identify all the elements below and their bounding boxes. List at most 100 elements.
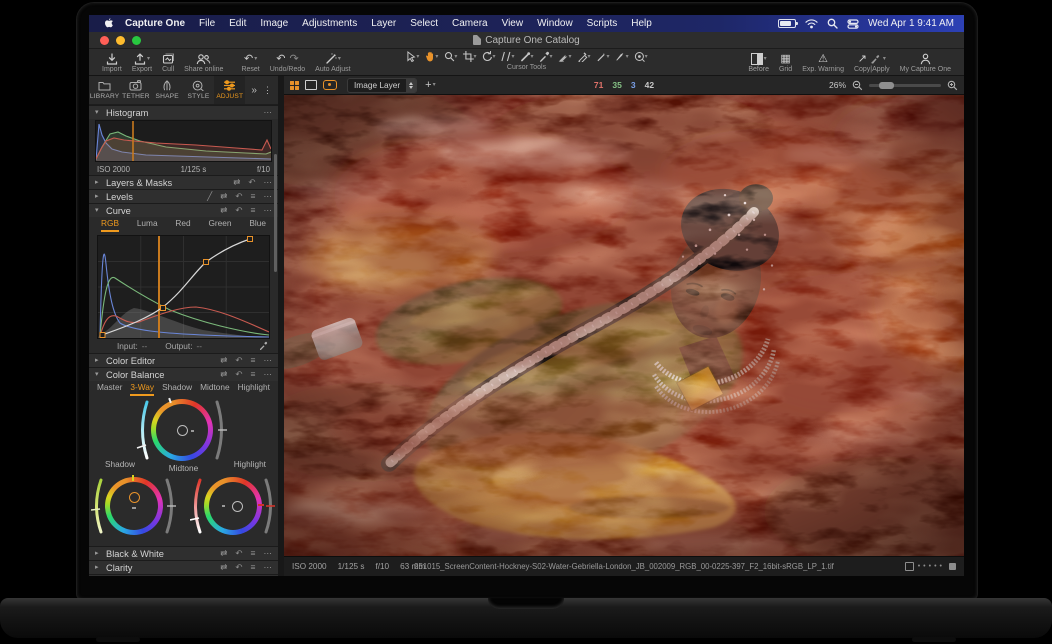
copy-adjustments-icon[interactable]: ⇄ (220, 563, 227, 572)
menu-select[interactable]: Select (403, 18, 445, 29)
shadow-luminosity-arc[interactable] (91, 476, 103, 536)
midtone-balance-indicator[interactable] (177, 425, 188, 436)
menu-adjustments[interactable]: Adjustments (295, 18, 364, 29)
cursor-tool-rotate[interactable]: ▾ (479, 50, 497, 63)
tabs-overflow-icon[interactable]: » (251, 85, 257, 96)
levels-panel-header[interactable]: ▸ Levels ╱ ⇄ ↶ ≡ ⋯ (89, 189, 278, 203)
menu-capture-one[interactable]: Capture One (118, 18, 192, 29)
menu-edit[interactable]: Edit (222, 18, 253, 29)
curve-tab-rgb[interactable]: RGB (101, 218, 119, 232)
menu-window[interactable]: Window (530, 18, 580, 29)
exposure-warning-button[interactable]: ⚠ Exp. Warning (797, 52, 849, 73)
menu-layer[interactable]: Layer (364, 18, 403, 29)
layer-select-stepper[interactable] (406, 79, 416, 92)
copy-adjustments-icon[interactable]: ⇄ (220, 549, 227, 558)
curve-graph[interactable] (97, 235, 270, 339)
more-icon[interactable]: ⋯ (264, 549, 273, 558)
copy-adjustments-icon[interactable]: ⇄ (233, 178, 240, 187)
primary-view-icon[interactable] (305, 80, 317, 90)
menu-bar-clock[interactable]: Wed Apr 1 9:41 AM (868, 18, 954, 29)
share-online-button[interactable]: Share online (179, 52, 228, 73)
cursor-tool-crop[interactable]: ▾ (460, 50, 478, 63)
spotlight-search-icon[interactable] (827, 18, 838, 29)
curve-tab-luma[interactable]: Luma (137, 218, 158, 232)
filmstrip-toggle-icon[interactable] (949, 563, 956, 570)
shadow-wheel[interactable] (91, 476, 177, 536)
cursor-tool-spot-removal[interactable]: ▾ (517, 50, 535, 63)
menu-image[interactable]: Image (253, 18, 295, 29)
tab-style[interactable]: STYLE (183, 76, 214, 104)
copy-adjustments-icon[interactable]: ⇄ (220, 206, 227, 215)
tab-library[interactable]: LIBRARY (89, 76, 120, 104)
cb-tab-master[interactable]: Master (97, 382, 122, 396)
cursor-tool-erase-mask[interactable]: ▾ (575, 50, 593, 63)
auto-adjust-button[interactable]: ▾ Auto Adjust (310, 52, 355, 73)
reset-icon[interactable]: ↶ (248, 178, 255, 187)
more-icon[interactable]: ⋯ (264, 192, 273, 201)
collapse-chevron-icon[interactable]: ▸ (95, 357, 102, 364)
shadow-balance-indicator[interactable] (129, 492, 140, 503)
presets-icon[interactable]: ≡ (251, 192, 256, 201)
tabs-menu-icon[interactable]: ⋮ (263, 85, 272, 96)
grid-button[interactable]: ▦ Grid (774, 52, 797, 73)
more-icon[interactable]: ⋯ (264, 563, 273, 572)
pick-icon[interactable]: ╱ (207, 192, 212, 201)
import-button[interactable]: Import (97, 52, 127, 73)
reset-icon[interactable]: ↶ (235, 549, 242, 558)
curve-eyedropper-icon[interactable] (259, 341, 268, 352)
tab-adjust[interactable]: ADJUST (214, 76, 245, 104)
more-icon[interactable]: ⋯ (264, 206, 273, 215)
reset-icon[interactable]: ↶ (235, 206, 242, 215)
presets-icon[interactable]: ≡ (251, 356, 256, 365)
cursor-tool-select[interactable]: ▾ (403, 50, 421, 63)
highlight-balance-indicator[interactable] (232, 501, 243, 512)
zoom-window-button[interactable] (132, 36, 141, 45)
rating-dots[interactable]: ••••• (918, 563, 945, 570)
tab-shape[interactable]: SHAPE (152, 76, 183, 104)
collapse-chevron-icon[interactable]: ▸ (95, 193, 102, 200)
layer-select[interactable]: Image Layer (347, 78, 417, 93)
highlight-saturation-arc[interactable] (264, 476, 276, 536)
histogram-panel-header[interactable]: ▾ Histogram ⋯ (89, 105, 278, 119)
clarity-panel-header[interactable]: ▸ Clarity ⇄ ↶ ≡ ⋯ (89, 560, 278, 574)
zoom-out-icon[interactable] (852, 80, 863, 91)
collapse-chevron-icon[interactable]: ▾ (95, 207, 102, 214)
histogram-graph[interactable] (95, 120, 272, 162)
presets-icon[interactable]: ≡ (251, 206, 256, 215)
close-window-button[interactable] (100, 36, 109, 45)
black-white-panel-header[interactable]: ▸ Black & White ⇄ ↶ ≡ ⋯ (89, 546, 278, 560)
battery-icon[interactable] (778, 19, 796, 28)
midtone-saturation-arc[interactable] (215, 398, 228, 462)
zoom-slider-thumb[interactable] (879, 82, 894, 89)
photo-canvas[interactable] (284, 95, 964, 556)
layers-masks-panel-header[interactable]: ▸ Layers & Masks ⇄ ↶ ⋯ (89, 175, 278, 189)
curve-tab-red[interactable]: Red (175, 218, 190, 232)
reset-icon[interactable]: ↶ (235, 356, 242, 365)
color-balance-panel-header[interactable]: ▾ Color Balance ⇄ ↶ ≡ ⋯ (89, 367, 278, 381)
tab-tether[interactable]: TETHER (120, 76, 151, 104)
presets-icon[interactable]: ≡ (251, 549, 256, 558)
reset-icon[interactable]: ↶ (235, 563, 242, 572)
menu-view[interactable]: View (495, 18, 531, 29)
cull-button[interactable]: Cull (157, 52, 179, 73)
zoom-slider[interactable] (869, 84, 941, 87)
cursor-tool-straighten[interactable]: ▾ (498, 50, 516, 63)
cursor-tool-magic-brush[interactable]: ▾ (632, 50, 650, 63)
presets-icon[interactable]: ≡ (251, 563, 256, 572)
cb-tab-midtone[interactable]: Midtone (200, 382, 230, 396)
copy-adjustments-icon[interactable]: ⇄ (220, 192, 227, 201)
reset-icon[interactable]: ↶ (235, 192, 242, 201)
zoom-in-icon[interactable] (947, 80, 958, 91)
copy-adjustments-icon[interactable]: ⇄ (220, 370, 227, 379)
color-editor-panel-header[interactable]: ▸ Color Editor ⇄ ↶ ≡ ⋯ (89, 353, 278, 367)
cursor-tool-eyedropper[interactable]: ▾ (537, 50, 555, 63)
menu-help[interactable]: Help (624, 18, 659, 29)
menu-camera[interactable]: Camera (445, 18, 495, 29)
proof-view-icon[interactable] (323, 80, 337, 90)
cursor-tool-loupe[interactable]: ▾ (441, 50, 459, 63)
reset-button[interactable]: ↶▾ Reset (236, 52, 264, 73)
cursor-tool-radial-gradient-mask[interactable]: ▾ (613, 50, 631, 63)
cursor-tool-pan[interactable]: ▾ (422, 50, 440, 63)
thumbnail-toggle-icon[interactable] (905, 562, 914, 571)
collapse-chevron-icon[interactable]: ▸ (95, 179, 102, 186)
